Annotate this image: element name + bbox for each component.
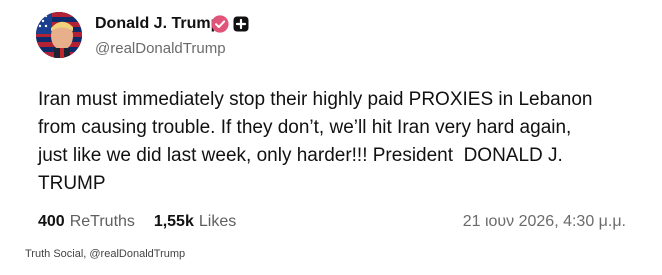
avatar-image: [36, 12, 82, 58]
plus-square-icon: [233, 16, 249, 32]
user-handle[interactable]: @realDonaldTrump: [95, 39, 226, 59]
image-caption: Truth Social, @realDonaldTrump: [25, 248, 186, 260]
post-card: Donald J. Trump @realDonaldTrump Iran mu…: [0, 0, 662, 236]
post-text: Iran must immediately stop their highly …: [38, 89, 593, 194]
retruths-stat[interactable]: 400 ReTruths: [38, 213, 139, 230]
avatar[interactable]: [36, 12, 82, 58]
post-stats: 400 ReTruths 1,55k Likes: [38, 212, 236, 232]
retruths-count: 400: [38, 213, 65, 230]
likes-stat[interactable]: 1,55k Likes: [149, 213, 236, 230]
likes-label: Likes: [198, 213, 237, 230]
post-timestamp: 21 ιουν 2026, 4:30 μ.μ.: [462, 213, 626, 230]
retruths-label: ReTruths: [69, 213, 135, 230]
display-name[interactable]: Donald J. Trump: [95, 13, 220, 35]
likes-count: 1,55k: [153, 213, 194, 230]
verified-badge-icon: [211, 15, 229, 33]
